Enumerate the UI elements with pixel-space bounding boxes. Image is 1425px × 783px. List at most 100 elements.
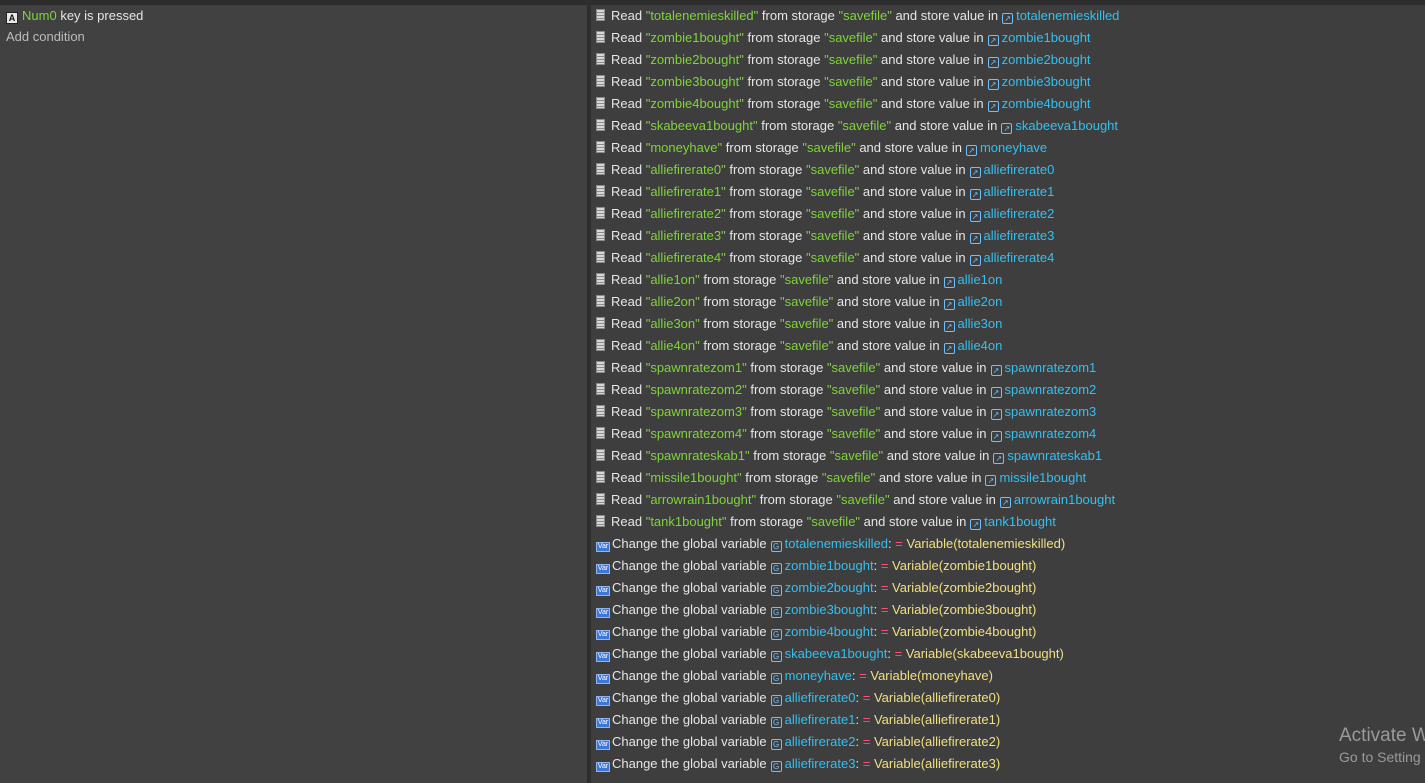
change-prefix: Change the global variable bbox=[612, 624, 767, 639]
change-prefix: Change the global variable bbox=[612, 580, 767, 595]
from-storage-text: from storage bbox=[750, 404, 824, 419]
actions-panel[interactable]: Read "totalenemieskilled" from storage "… bbox=[591, 5, 1425, 783]
read-storage-action[interactable]: Read "missile1bought" from storage "save… bbox=[596, 467, 1086, 489]
read-word: Read bbox=[611, 228, 643, 243]
read-storage-action[interactable]: Read "spawnratezom1" from storage "savef… bbox=[596, 357, 1096, 379]
read-storage-action[interactable]: Read "totalenemieskilled" from storage "… bbox=[596, 5, 1119, 27]
read-storage-action[interactable]: Read "skabeeva1bought" from storage "sav… bbox=[596, 115, 1118, 137]
from-storage-text: from storage bbox=[729, 184, 803, 199]
condition-key-pressed[interactable]: A Num0 key is pressed bbox=[6, 6, 143, 26]
read-storage-action[interactable]: Read "moneyhave" from storage "savefile"… bbox=[596, 137, 1047, 159]
change-global-variable-action[interactable]: Var Change the global variable Galliefirer… bbox=[596, 687, 1000, 709]
read-storage-action[interactable]: Read "spawnratezom3" from storage "savef… bbox=[596, 401, 1096, 423]
change-global-variable-action[interactable]: Var Change the global variable Galliefirer… bbox=[596, 709, 1000, 731]
read-storage-action[interactable]: Read "alliefirerate1" from storage "save… bbox=[596, 181, 1054, 203]
store-in-text: and store value in bbox=[863, 514, 967, 529]
keyboard-icon: A bbox=[6, 12, 18, 24]
read-storage-action[interactable]: Read "zombie1bought" from storage "savef… bbox=[596, 27, 1091, 49]
read-word: Read bbox=[611, 492, 643, 507]
change-global-variable-action[interactable]: Var Change the global variable Gzombie4bou… bbox=[596, 621, 1036, 643]
change-global-variable-action[interactable]: Var Change the global variable Gtotalenemi… bbox=[596, 533, 1065, 555]
read-storage-action[interactable]: Read "spawnratezom4" from storage "savef… bbox=[596, 423, 1096, 445]
operator: = bbox=[862, 756, 871, 771]
read-word: Read bbox=[611, 118, 643, 133]
colon: : bbox=[887, 646, 891, 661]
change-global-variable-action[interactable]: Var Change the global variable Gzombie3bou… bbox=[596, 599, 1036, 621]
scene-variable-icon: ↗ bbox=[943, 343, 955, 354]
storage-key: "zombie4bought" bbox=[645, 96, 744, 111]
read-storage-action[interactable]: Read "allie2on" from storage "savefile" … bbox=[596, 291, 1002, 313]
add-condition-link[interactable]: Add condition bbox=[6, 27, 85, 47]
expression: Variable(zombie1bought) bbox=[892, 558, 1037, 573]
expression: Variable(totalenemieskilled) bbox=[906, 536, 1066, 551]
read-storage-action[interactable]: Read "tank1bought" from storage "savefil… bbox=[596, 511, 1056, 533]
conditions-panel[interactable]: A Num0 key is pressed Add condition bbox=[0, 5, 588, 783]
target-variable: spawnrateskab1 bbox=[1007, 448, 1103, 463]
colon: : bbox=[855, 690, 860, 705]
read-storage-action[interactable]: Read "alliefirerate0" from storage "save… bbox=[596, 159, 1054, 181]
global-variable-icon: G bbox=[770, 607, 782, 618]
storage-key: "alliefirerate4" bbox=[645, 250, 726, 265]
file-icon bbox=[596, 119, 605, 131]
storage-key: "spawnratezom1" bbox=[645, 360, 747, 375]
from-storage-text: from storage bbox=[750, 426, 824, 441]
read-storage-action[interactable]: Read "allie3on" from storage "savefile" … bbox=[596, 313, 1002, 335]
store-in-text: and store value in bbox=[862, 228, 966, 243]
colon: : bbox=[855, 756, 860, 771]
scene-variable-icon: ↗ bbox=[969, 211, 981, 222]
read-storage-action[interactable]: Read "alliefirerate3" from storage "save… bbox=[596, 225, 1054, 247]
target-variable: zombie4bought bbox=[1001, 96, 1091, 111]
read-storage-action[interactable]: Read "spawnrateskab1" from storage "save… bbox=[596, 445, 1102, 467]
storage-name: "savefile" bbox=[836, 492, 890, 507]
scene-variable-icon: ↗ bbox=[943, 299, 955, 310]
storage-key: "allie4on" bbox=[645, 338, 700, 353]
target-variable: tank1bought bbox=[984, 514, 1056, 529]
expression: Variable(zombie4bought) bbox=[892, 624, 1037, 639]
from-storage-text: from storage bbox=[729, 206, 803, 221]
global-variable-name: alliefirerate1 bbox=[784, 712, 856, 727]
scene-variable-icon: ↗ bbox=[970, 519, 982, 530]
change-global-variable-action[interactable]: Var Change the global variable Galliefirer… bbox=[596, 753, 1000, 775]
scene-variable-icon: ↗ bbox=[993, 453, 1005, 464]
file-icon bbox=[596, 273, 605, 285]
change-global-variable-action[interactable]: Var Change the global variable Gmoneyhave:… bbox=[596, 665, 993, 687]
from-storage-text: from storage bbox=[730, 514, 804, 529]
read-word: Read bbox=[611, 294, 643, 309]
read-storage-action[interactable]: Read "zombie2bought" from storage "savef… bbox=[596, 49, 1091, 71]
operator: = bbox=[895, 536, 903, 551]
read-storage-action[interactable]: Read "zombie4bought" from storage "savef… bbox=[596, 93, 1091, 115]
change-global-variable-action[interactable]: Var Change the global variable Galliefirer… bbox=[596, 731, 1000, 753]
variable-action-icon: Var bbox=[596, 542, 610, 552]
global-variable-name: totalenemieskilled bbox=[784, 536, 889, 551]
read-storage-action[interactable]: Read "spawnratezom2" from storage "savef… bbox=[596, 379, 1096, 401]
colon: : bbox=[888, 536, 892, 551]
read-storage-action[interactable]: Read "alliefirerate4" from storage "save… bbox=[596, 247, 1054, 269]
expression: Variable(alliefirerate3) bbox=[873, 756, 1001, 771]
read-storage-action[interactable]: Read "alliefirerate2" from storage "save… bbox=[596, 203, 1054, 225]
from-storage-text: from storage bbox=[729, 228, 803, 243]
from-storage-text: from storage bbox=[703, 272, 777, 287]
target-variable: skabeeva1bought bbox=[1015, 118, 1119, 133]
target-variable: missile1bought bbox=[999, 470, 1087, 485]
read-storage-action[interactable]: Read "allie4on" from storage "savefile" … bbox=[596, 335, 1002, 357]
file-icon bbox=[596, 449, 605, 461]
watermark-line1: Activate W bbox=[1339, 725, 1425, 746]
target-variable: zombie3bought bbox=[1001, 74, 1091, 89]
colon: : bbox=[851, 668, 856, 683]
from-storage-text: from storage bbox=[703, 338, 777, 353]
target-variable: moneyhave bbox=[979, 140, 1048, 155]
read-storage-action[interactable]: Read "allie1on" from storage "savefile" … bbox=[596, 269, 1002, 291]
storage-name: "savefile" bbox=[824, 52, 878, 67]
change-global-variable-action[interactable]: Var Change the global variable Gzombie1bou… bbox=[596, 555, 1036, 577]
operator: = bbox=[880, 580, 889, 595]
store-in-text: and store value in bbox=[881, 74, 984, 89]
variable-action-icon: Var bbox=[596, 740, 610, 750]
read-storage-action[interactable]: Read "zombie3bought" from storage "savef… bbox=[596, 71, 1091, 93]
change-global-variable-action[interactable]: Var Change the global variable Gzombie2bou… bbox=[596, 577, 1036, 599]
read-storage-action[interactable]: Read "arrowrain1bought" from storage "sa… bbox=[596, 489, 1115, 511]
global-variable-name: alliefirerate3 bbox=[784, 756, 856, 771]
change-global-variable-action[interactable]: Var Change the global variable Gskabeeva1b… bbox=[596, 643, 1064, 665]
global-variable-name: alliefirerate2 bbox=[784, 734, 856, 749]
storage-name: "savefile" bbox=[821, 470, 876, 485]
file-icon bbox=[596, 163, 605, 175]
